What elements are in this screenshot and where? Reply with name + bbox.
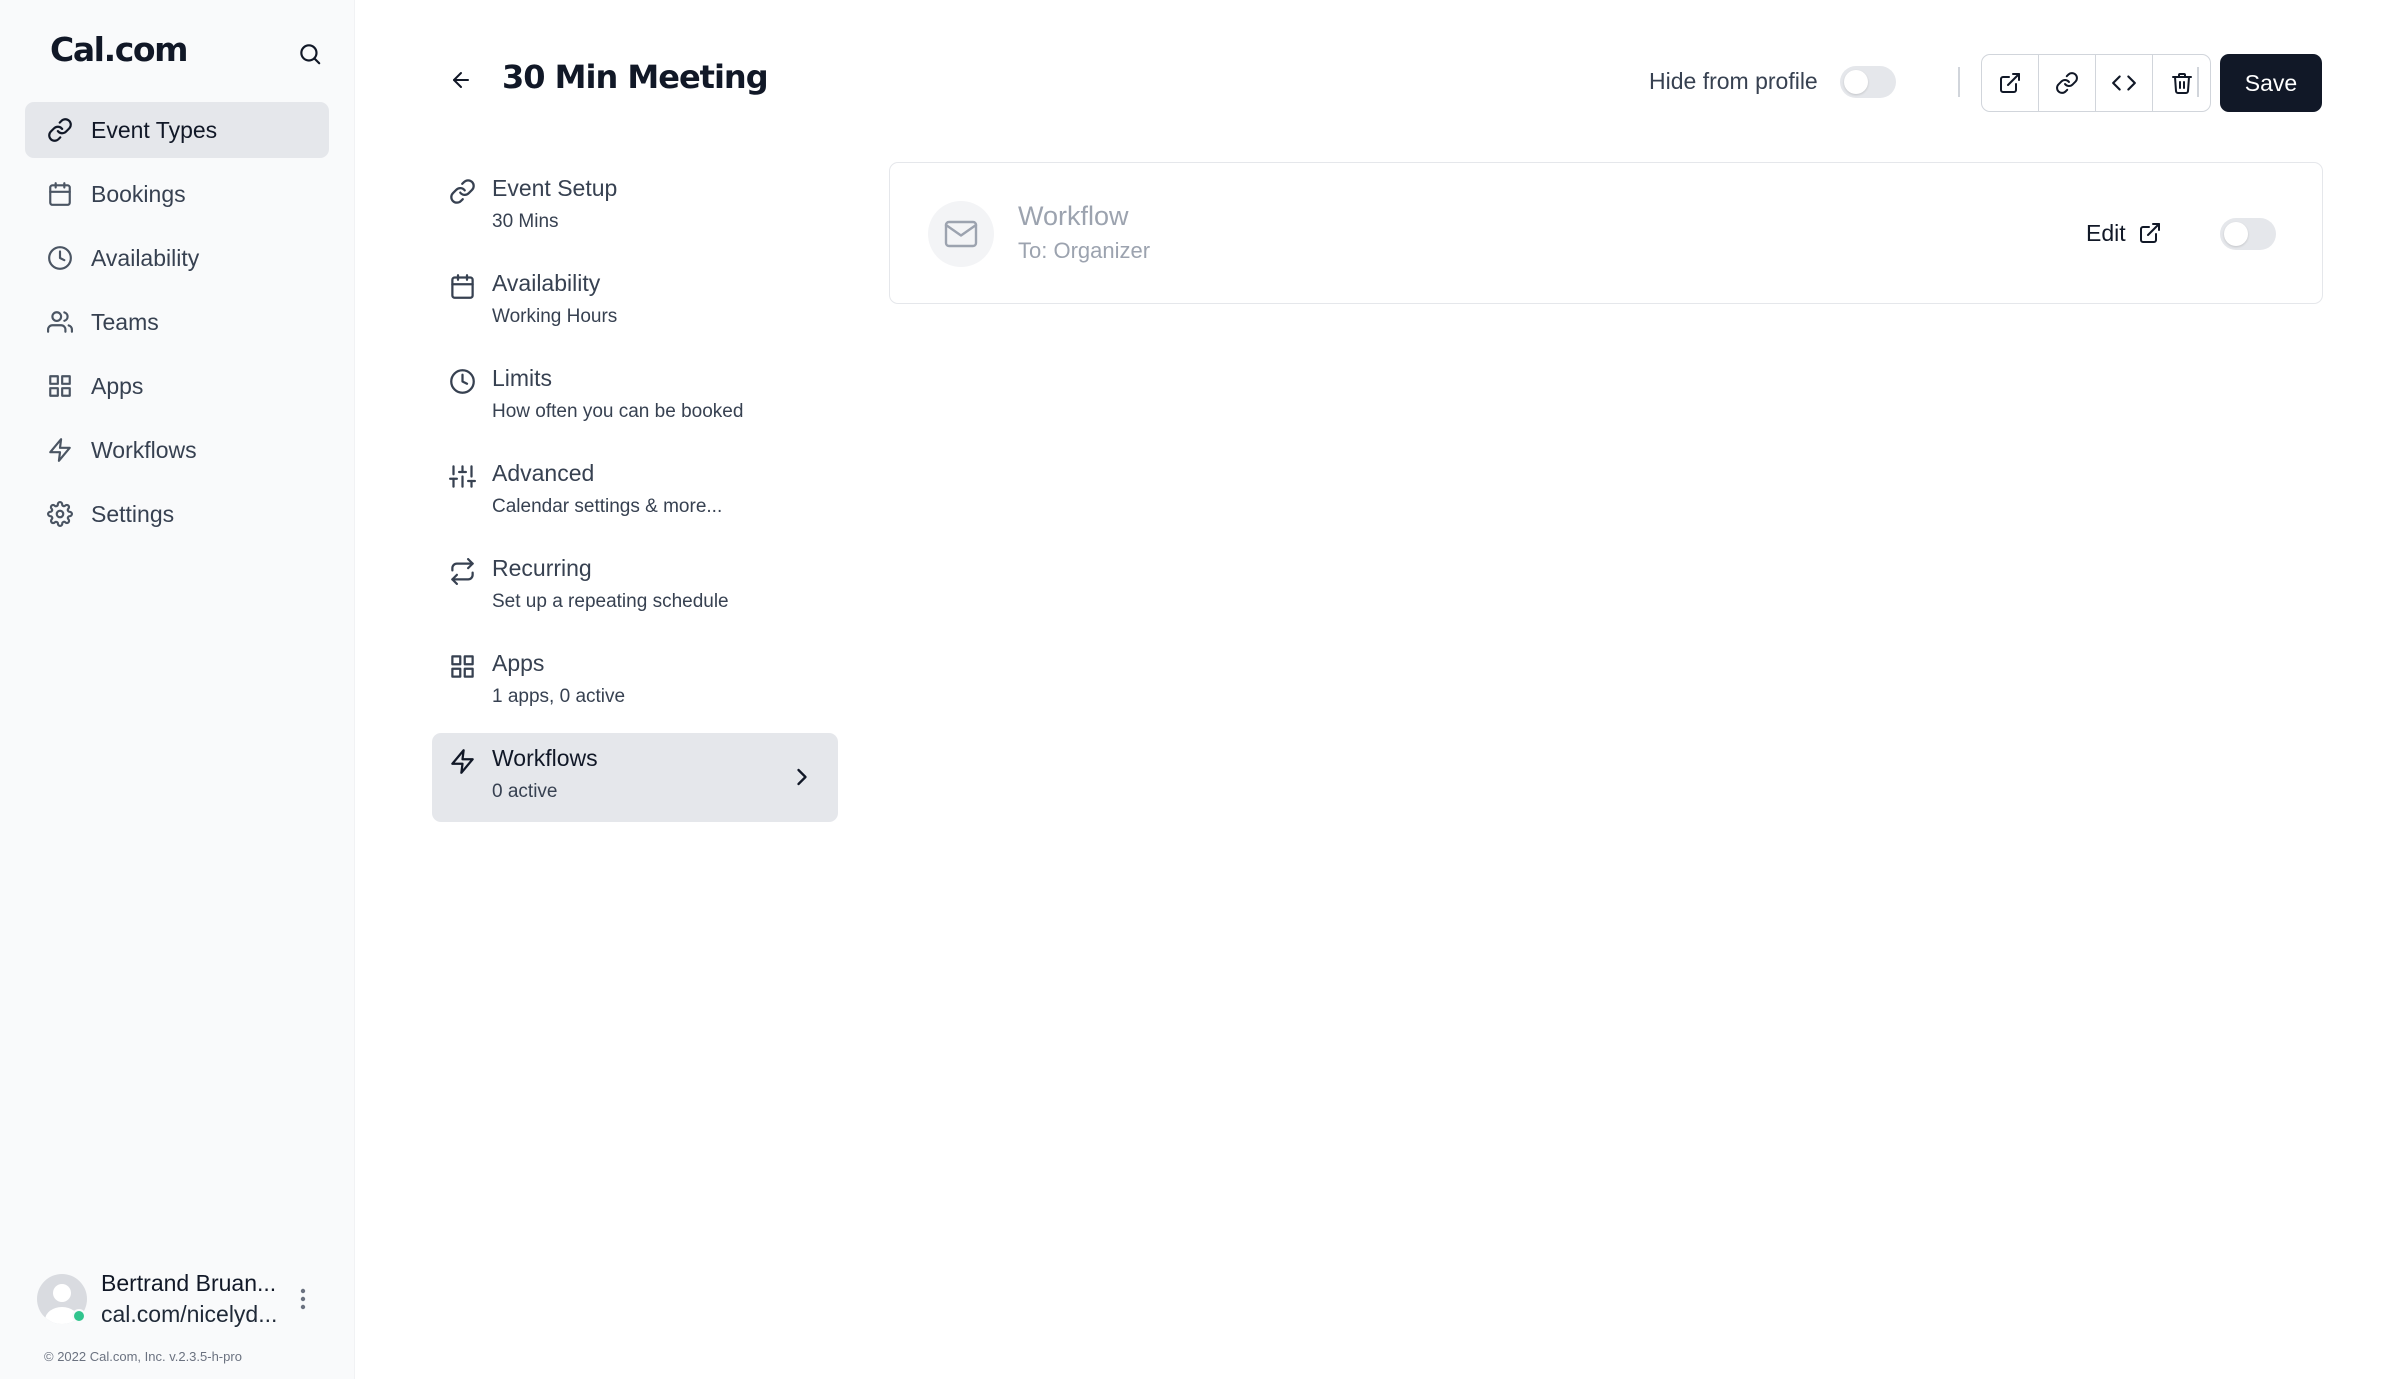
brand-logo[interactable]: Cal.com [50, 30, 189, 69]
sidebar-item-label: Settings [91, 500, 175, 527]
back-button[interactable] [443, 62, 479, 98]
repeat-icon [451, 558, 474, 585]
divider [1958, 67, 1960, 97]
external-link-icon [2139, 223, 2160, 243]
profile-name: Bertrand Bruan... [101, 1270, 277, 1296]
tab-description: 1 apps, 0 active [492, 686, 626, 707]
workflow-recipient: To: Organizer [1018, 238, 1151, 263]
chevron-right-icon [797, 768, 807, 786]
mail-icon [944, 220, 978, 248]
tab-description: Working Hours [492, 306, 618, 327]
external-link-icon [2000, 73, 2020, 93]
divider [2197, 67, 2199, 97]
clock-icon [450, 369, 475, 394]
link-icon [48, 118, 72, 142]
sidebar-item-label: Teams [91, 308, 159, 335]
delete-button[interactable] [2153, 55, 2210, 111]
avatar [37, 1274, 87, 1324]
sidebar-item-label: Apps [91, 372, 144, 399]
edit-label: Edit [2086, 219, 2126, 246]
tab-label: Apps [492, 650, 545, 676]
sidebar-item-event-types[interactable]: Event Types [25, 102, 329, 158]
event-settings-tabs: Event Setup 30 Mins Availability Working… [432, 163, 838, 828]
tab-label: Availability [492, 270, 601, 296]
sidebar: Cal.com Event Types Bookings Availabilit… [0, 0, 355, 1379]
workflow-edit-link[interactable]: Edit [2086, 215, 2162, 251]
sidebar-nav: Event Types Bookings Availability Teams … [25, 102, 329, 550]
workflow-icon-badge [928, 201, 994, 267]
hide-from-profile-label: Hide from profile [1649, 68, 1818, 94]
tab-description: 30 Mins [492, 211, 559, 232]
tab-availability[interactable]: Availability Working Hours [432, 258, 838, 347]
tab-label: Workflows [492, 745, 598, 771]
code-icon [2112, 75, 2136, 91]
sidebar-item-availability[interactable]: Availability [25, 230, 329, 286]
tab-label: Event Setup [492, 175, 618, 201]
sidebar-item-bookings[interactable]: Bookings [25, 166, 329, 222]
calendar-icon [451, 274, 474, 299]
sidebar-item-workflows[interactable]: Workflows [25, 422, 329, 478]
tab-limits[interactable]: Limits How often you can be booked [432, 353, 838, 442]
hide-from-profile-toggle[interactable] [1840, 66, 1896, 98]
users-icon [47, 311, 73, 333]
tab-apps[interactable]: Apps 1 apps, 0 active [432, 638, 838, 727]
arrow-left-icon [453, 72, 469, 88]
copy-link-button[interactable] [2039, 55, 2096, 111]
tab-recurring[interactable]: Recurring Set up a repeating schedule [432, 543, 838, 632]
sidebar-item-label: Availability [91, 244, 200, 271]
preview-button[interactable] [1982, 55, 2039, 111]
sidebar-item-label: Event Types [91, 116, 218, 143]
link-icon [450, 179, 475, 204]
tab-label: Recurring [492, 555, 592, 581]
link-icon [2056, 72, 2078, 94]
sidebar-item-label: Workflows [91, 436, 197, 463]
grid-icon [49, 375, 71, 397]
tab-description: Calendar settings & more... [492, 496, 723, 517]
search-icon [300, 44, 321, 65]
sliders-icon [449, 465, 476, 488]
copyright-text: © 2022 Cal.com, Inc. v.2.3.5-h-pro [44, 1349, 242, 1364]
profile-url: cal.com/nicelyd... [101, 1301, 278, 1327]
clock-icon [48, 246, 72, 270]
profile-more-button[interactable] [290, 1283, 316, 1315]
save-button[interactable]: Save [2220, 54, 2322, 112]
trash-icon [2171, 73, 2192, 94]
tab-label: Limits [492, 365, 553, 391]
zap-icon [451, 749, 474, 774]
sidebar-item-apps[interactable]: Apps [25, 358, 329, 414]
page-title: 30 Min Meeting [502, 58, 769, 96]
tab-label: Advanced [492, 460, 595, 486]
online-status-indicator [72, 1309, 86, 1323]
tab-description: How often you can be booked [492, 401, 744, 422]
user-profile-menu[interactable]: Bertrand Bruan... cal.com/nicelyd... [37, 1268, 327, 1330]
grid-icon [451, 655, 474, 678]
tab-description: Set up a repeating schedule [492, 591, 729, 612]
tab-advanced[interactable]: Advanced Calendar settings & more... [432, 448, 838, 537]
calendar-icon [49, 182, 71, 206]
tab-description: 0 active [492, 781, 558, 802]
tab-workflows[interactable]: Workflows 0 active [432, 733, 838, 822]
gear-icon [47, 501, 73, 527]
sidebar-item-teams[interactable]: Teams [25, 294, 329, 350]
sidebar-item-settings[interactable]: Settings [25, 486, 329, 542]
embed-button[interactable] [2096, 55, 2153, 111]
event-actions-group [1981, 54, 2211, 112]
tab-event-setup[interactable]: Event Setup 30 Mins [432, 163, 838, 252]
workflow-enable-toggle[interactable] [2220, 218, 2276, 250]
more-vertical-icon [300, 1288, 306, 1310]
sidebar-item-label: Bookings [91, 180, 186, 207]
search-button[interactable] [290, 34, 330, 74]
workflow-card: Workflow To: Organizer Edit [889, 162, 2323, 304]
workflow-title: Workflow [1018, 201, 1129, 231]
zap-icon [49, 438, 71, 462]
